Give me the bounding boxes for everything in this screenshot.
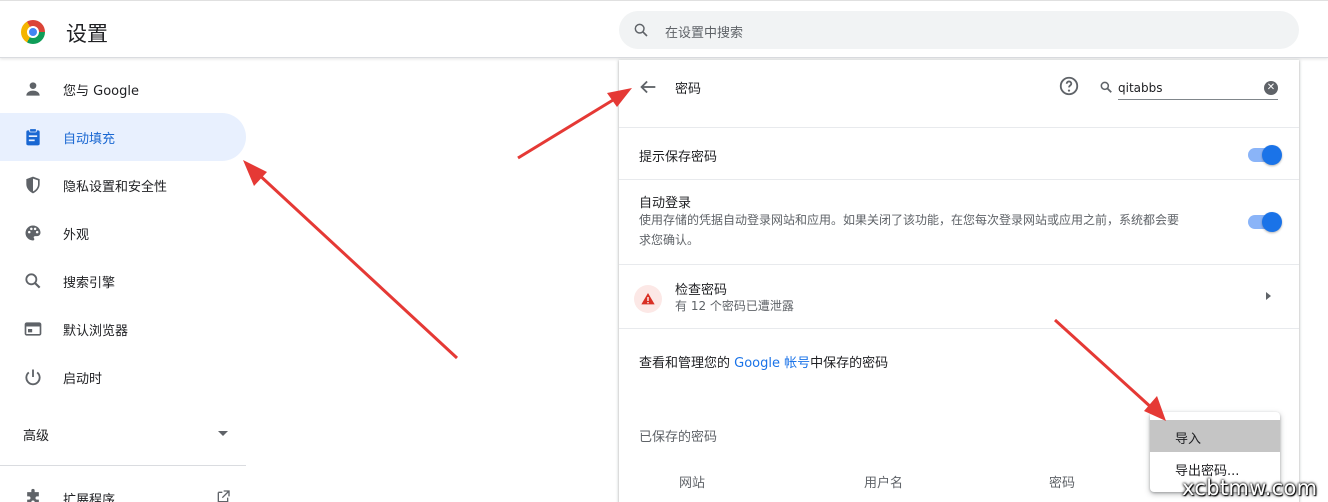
sidebar-item-label: 默认浏览器	[63, 324, 129, 339]
manage-passwords-text: 查看和管理您的 Google 帐号中保存的密码	[639, 352, 888, 371]
power-icon	[25, 369, 41, 386]
open-in-new-icon	[217, 490, 230, 502]
menu-item-import[interactable]: 导入	[1150, 420, 1280, 452]
auto-signin-description: 使用存储的凭据自动登录网站和应用。如果关闭了该功能，在您每次登录网站或应用之前，…	[639, 213, 1180, 227]
clipboard-icon	[26, 128, 40, 146]
chrome-logo-icon	[21, 20, 45, 44]
arrow-to-back-button	[517, 88, 632, 160]
sidebar-item-label: 搜索引擎	[63, 276, 116, 291]
sidebar-item-label: 自动填充	[63, 132, 116, 147]
offer-to-save-label: 提示保存密码	[639, 150, 718, 165]
sidebar-item-label: 外观	[63, 228, 90, 243]
watermark-text: xcbtmw.com	[1182, 476, 1318, 500]
auto-signin-toggle[interactable]	[1248, 212, 1282, 232]
column-header-website: 网站	[679, 476, 706, 491]
google-account-link[interactable]: Google 帐号	[734, 356, 810, 371]
passwords-header: 密码 ✕	[619, 60, 1299, 116]
sidebar: 您与 Google 自动填充 隐私设置和安全性 外观 搜索引擎 默认浏览器 启动…	[0, 60, 250, 502]
sidebar-item-label: 隐私设置和安全性	[63, 180, 168, 195]
sidebar-item-you-and-google[interactable]: 您与 Google	[0, 65, 246, 113]
section-divider	[619, 328, 1299, 329]
manage-suffix: 中保存的密码	[810, 356, 889, 371]
auto-signin-row: 自动登录 使用存储的凭据自动登录网站和应用。如果关闭了该功能，在您每次登录网站或…	[619, 179, 1299, 264]
sidebar-item-label: 启动时	[63, 372, 103, 387]
page-title: 设置	[66, 22, 108, 46]
sidebar-item-extensions[interactable]: 扩展程序	[0, 474, 246, 502]
toggle-knob	[1262, 212, 1282, 232]
top-bar: 设置 在设置中搜索	[0, 0, 1328, 58]
auto-signin-label: 自动登录	[639, 196, 692, 211]
saved-passwords-title: 已保存的密码	[639, 430, 718, 445]
sidebar-item-on-startup[interactable]: 启动时	[0, 353, 246, 401]
sidebar-item-search-engine[interactable]: 搜索引擎	[0, 257, 246, 305]
chevron-right-icon	[1266, 292, 1271, 300]
toggle-knob	[1262, 145, 1282, 165]
arrow-to-autofill	[243, 160, 459, 360]
search-icon	[25, 273, 41, 289]
column-header-password: 密码	[1049, 476, 1076, 491]
puzzle-icon	[27, 488, 39, 502]
sidebar-item-privacy[interactable]: 隐私设置和安全性	[0, 161, 246, 209]
search-placeholder: 在设置中搜索	[665, 26, 744, 41]
sidebar-item-label: 您与 Google	[63, 84, 139, 99]
help-icon[interactable]	[1058, 75, 1080, 97]
person-icon	[26, 82, 40, 96]
back-arrow-icon[interactable]	[637, 76, 659, 98]
palette-icon	[25, 225, 41, 241]
search-icon	[634, 23, 648, 37]
offer-to-save-toggle[interactable]	[1248, 145, 1282, 165]
shield-icon	[26, 176, 40, 194]
chevron-down-icon	[218, 431, 228, 436]
menu-item-label: 导入	[1175, 432, 1202, 447]
password-search[interactable]: ✕	[1099, 76, 1279, 100]
sidebar-advanced[interactable]: 高级	[0, 413, 246, 453]
clear-icon[interactable]: ✕	[1264, 81, 1278, 95]
sidebar-divider	[0, 465, 246, 466]
sidebar-item-default-browser[interactable]: 默认浏览器	[0, 305, 246, 353]
offer-to-save-row: 提示保存密码	[619, 127, 1299, 179]
settings-search[interactable]: 在设置中搜索	[619, 11, 1299, 49]
sidebar-item-appearance[interactable]: 外观	[0, 209, 246, 257]
column-header-username: 用户名	[864, 476, 904, 491]
warning-icon	[641, 293, 655, 305]
warning-icon-bg	[634, 285, 662, 313]
auto-signin-description-cont: 求您确认。	[639, 233, 700, 247]
browser-icon	[24, 322, 42, 336]
check-passwords-sub: 有 12 个密码已遭泄露	[675, 299, 794, 313]
sidebar-item-autofill[interactable]: 自动填充	[0, 113, 246, 161]
passwords-title: 密码	[675, 82, 702, 97]
sidebar-item-label: 扩展程序	[63, 493, 116, 502]
advanced-label: 高级	[23, 429, 50, 444]
check-passwords-row[interactable]: 检查密码 有 12 个密码已遭泄露	[619, 264, 1299, 328]
search-icon	[1100, 81, 1112, 93]
manage-prefix: 查看和管理您的	[639, 356, 735, 371]
password-search-input[interactable]	[1118, 76, 1278, 100]
